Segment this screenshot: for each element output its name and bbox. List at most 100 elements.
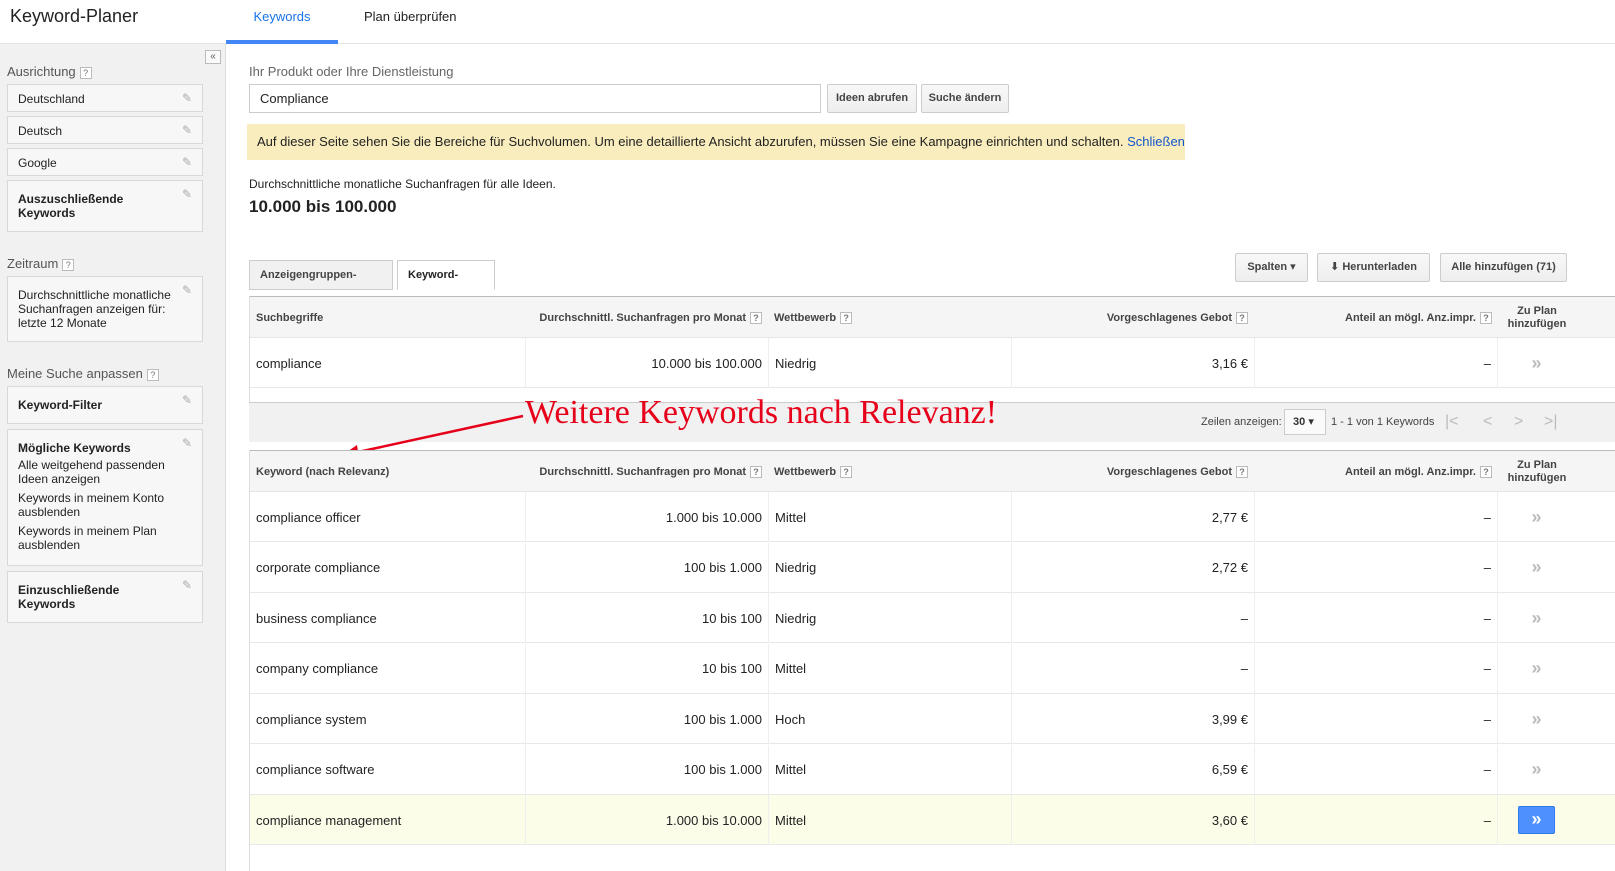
tab-keywords-search[interactable]: Keywords suchen: [226, 0, 338, 58]
cell-share: –: [1254, 542, 1497, 593]
header-add: Zu Plan hinzufügen: [1507, 459, 1567, 484]
cell-add: »: [1497, 542, 1575, 593]
change-search-button[interactable]: Suche ändern: [921, 84, 1009, 113]
dropdown-icon: ▾: [1308, 416, 1314, 428]
download-button[interactable]: ⬇ Herunterladen: [1317, 253, 1430, 282]
cell-bid: –: [1011, 643, 1254, 694]
cell-bid: 3,99 €: [1011, 694, 1254, 744]
rows-select[interactable]: 30 ▾: [1284, 409, 1326, 435]
header-bid[interactable]: Vorgeschlagenes Gebot?: [1016, 451, 1248, 493]
add-to-plan-button[interactable]: »: [1518, 806, 1555, 834]
cell-bid: –: [1011, 593, 1254, 643]
help-icon[interactable]: ?: [840, 466, 853, 478]
help-icon[interactable]: ?: [840, 312, 853, 324]
help-icon[interactable]: ?: [1480, 312, 1492, 324]
header-competition-label: Wettbewerb: [774, 466, 837, 478]
header-competition[interactable]: Wettbewerb?: [774, 451, 974, 493]
keyword-ideas-table: Keyword (nach Relevanz) Durchschnittl. S…: [249, 450, 1615, 871]
header-competition[interactable]: Wettbewerb?: [774, 297, 974, 339]
table-row: compliance software 100 bis 1.000 Mittel 6,…: [250, 744, 1615, 795]
pencil-icon[interactable]: ✎: [182, 124, 194, 136]
add-to-plan-icon[interactable]: »: [1531, 658, 1541, 679]
pencil-icon[interactable]: ✎: [182, 156, 194, 168]
collapse-sidebar-icon[interactable]: «: [205, 50, 221, 64]
keyword-filter[interactable]: Keyword-Filter ✎: [7, 386, 203, 424]
help-icon[interactable]: ?: [750, 466, 762, 478]
first-page-icon[interactable]: |<: [1445, 413, 1459, 431]
cell-bid: 3,16 €: [1011, 338, 1254, 388]
cell-competition: Niedrig: [768, 338, 1011, 388]
get-ideas-button[interactable]: Ideen abrufen: [827, 84, 917, 113]
pencil-icon[interactable]: ✎: [182, 437, 194, 449]
help-icon[interactable]: ?: [79, 66, 92, 79]
cell-competition: Mittel: [768, 643, 1011, 694]
tab-plan-review[interactable]: Plan überprüfen: [358, 0, 463, 44]
header-share[interactable]: Anteil an mögl. Anz.impr.?: [1260, 297, 1492, 339]
period-box[interactable]: Durchschnittliche monatliche Suchanfrage…: [7, 276, 203, 342]
keyword-filter-label: Keyword-Filter: [18, 398, 103, 412]
add-to-plan-icon[interactable]: »: [1531, 608, 1541, 629]
cell-share: –: [1254, 694, 1497, 744]
add-to-plan-icon[interactable]: »: [1531, 759, 1541, 780]
add-to-plan-icon[interactable]: »: [1531, 557, 1541, 578]
product-label: Ihr Produkt oder Ihre Dienstleistung: [249, 64, 454, 79]
pencil-icon[interactable]: ✎: [182, 284, 194, 296]
negative-keywords[interactable]: Auszuschließende Keywords ✎: [7, 180, 203, 232]
add-to-plan-icon[interactable]: »: [1531, 353, 1541, 374]
cell-add: »: [1497, 338, 1575, 388]
columns-button[interactable]: Spalten ▾: [1235, 253, 1308, 282]
header-share-label: Anteil an mögl. Anz.impr.: [1345, 312, 1476, 324]
header-bid-label: Vorgeschlagenes Gebot: [1106, 312, 1232, 324]
cell-share: –: [1254, 744, 1497, 795]
header-bid[interactable]: Vorgeschlagenes Gebot?: [1016, 297, 1248, 339]
download-icon: ⬇: [1330, 261, 1340, 273]
include-keywords[interactable]: Einzuschließende Keywords ✎: [7, 571, 203, 623]
header-share[interactable]: Anteil an mögl. Anz.impr.?: [1260, 451, 1492, 493]
add-to-plan-icon[interactable]: »: [1531, 709, 1541, 730]
cell-volume: 1.000 bis 10.000: [525, 492, 768, 542]
tab-adgroup-ideas[interactable]: Anzeigengruppen-Ideen: [249, 260, 393, 309]
cell-competition: Niedrig: [768, 593, 1011, 643]
targeting-network[interactable]: Google ✎: [7, 148, 203, 176]
possible-keywords[interactable]: Mögliche Keywords Alle weitgehend passen…: [7, 429, 203, 566]
cell-term: company compliance: [256, 661, 379, 676]
cell-volume: 100 bis 1.000: [525, 542, 768, 593]
pencil-icon[interactable]: ✎: [182, 579, 194, 591]
app-title: Keyword-Planer: [10, 6, 139, 26]
targeting-language-label: Deutsch: [18, 124, 63, 138]
pencil-icon[interactable]: ✎: [182, 394, 194, 406]
next-page-icon[interactable]: >: [1514, 413, 1523, 431]
table-row: compliance management 1.000 bis 10.000 Mit…: [250, 795, 1615, 845]
help-icon[interactable]: ?: [1480, 466, 1492, 478]
last-page-icon[interactable]: >|: [1544, 413, 1558, 431]
help-icon[interactable]: ?: [1236, 466, 1248, 478]
average-searches-label: Durchschnittliche monatliche Suchanfrage…: [249, 177, 556, 191]
help-icon[interactable]: ?: [62, 258, 75, 271]
rows-select-value: 30: [1293, 416, 1306, 428]
pencil-icon[interactable]: ✎: [182, 188, 194, 200]
header-volume[interactable]: Durchschnittl. Suchanfragen pro Monat?: [526, 297, 762, 339]
cell-term: business compliance: [256, 610, 377, 626]
help-icon[interactable]: ?: [750, 312, 762, 324]
add-all-button[interactable]: Alle hinzufügen (71): [1440, 253, 1567, 282]
close-notice-link[interactable]: Schließen: [1127, 134, 1185, 149]
tab-keyword-ideas[interactable]: Keyword-Ideen: [397, 260, 495, 309]
table-row: company compliance 10 bis 100 Mittel – –»: [250, 643, 1615, 694]
header-volume-label: Durchschnittl. Suchanfragen pro Monat: [539, 466, 746, 478]
add-to-plan-icon[interactable]: »: [1531, 507, 1541, 528]
rows-label: Zeilen anzeigen:: [1201, 416, 1282, 428]
targeting-location[interactable]: Deutschland ✎: [7, 84, 203, 112]
cell-term: compliance system: [256, 711, 367, 727]
notice-text: Auf dieser Seite sehen Sie die Bereiche …: [257, 134, 1124, 149]
header-volume[interactable]: Durchschnittl. Suchanfragen pro Monat?: [526, 451, 762, 493]
table-row: compliance officer 1.000 bis 10.000 Mittel…: [250, 492, 1615, 542]
cell-volume: 100 bis 1.000: [525, 694, 768, 744]
pencil-icon[interactable]: ✎: [182, 92, 194, 104]
targeting-language[interactable]: Deutsch ✎: [7, 116, 203, 144]
cell-add: »: [1497, 795, 1575, 845]
help-icon[interactable]: ?: [1236, 312, 1248, 324]
help-icon[interactable]: ?: [146, 368, 159, 381]
cell-bid: 3,60 €: [1011, 795, 1254, 845]
prev-page-icon[interactable]: <: [1483, 413, 1492, 431]
product-search-input[interactable]: [249, 84, 821, 113]
